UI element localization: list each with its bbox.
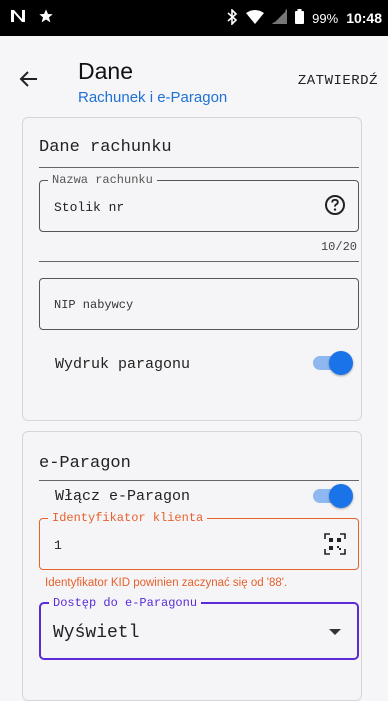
divider: [39, 261, 359, 262]
access-select-value: Wyświetl: [53, 623, 140, 643]
char-counter: 10/20: [320, 240, 357, 254]
enable-eparagon-label: Włącz e-Paragon: [55, 488, 191, 505]
nip-field[interactable]: NIP nabywcy: [39, 278, 359, 330]
section-title: Dane rachunku: [39, 138, 172, 157]
arrow-left-icon[interactable]: [14, 64, 44, 94]
battery-percentage: 99%: [312, 10, 339, 26]
wifi-icon: [246, 9, 265, 27]
app-bar: Dane Rachunek i e-Paragon ZATWIERDŹ: [0, 36, 388, 114]
print-receipt-label: Wydruk paragonu: [55, 356, 191, 373]
divider: [39, 167, 359, 168]
section-title: e-Paragon: [39, 454, 131, 473]
chevron-down-icon[interactable]: [329, 629, 341, 635]
client-id-value: 1: [54, 538, 62, 553]
help-circle-icon[interactable]: [324, 194, 346, 216]
bill-name-value: Stolik nr: [54, 200, 125, 215]
divider: [39, 480, 359, 481]
client-id-field[interactable]: Identyfikator klienta 1: [39, 511, 359, 570]
bill-name-label: Nazwa rachunku: [48, 173, 157, 187]
access-select[interactable]: Dostęp do e-Paragonu Wyświetl: [39, 596, 359, 660]
eparagon-card: e-Paragon Włącz e-Paragon Identyfikator …: [22, 431, 362, 701]
clock: 10:48: [346, 10, 382, 26]
bluetooth-icon: [226, 7, 238, 28]
status-bar: 99% 10:48: [0, 0, 388, 36]
confirm-button[interactable]: ZATWIERDŹ: [298, 73, 378, 89]
bill-name-field[interactable]: Nazwa rachunku Stolik nr: [39, 173, 359, 232]
signal-icon: [272, 9, 288, 27]
page-title: Dane: [78, 58, 133, 84]
nip-placeholder: NIP nabywcy: [54, 298, 134, 312]
battery-icon: [295, 9, 305, 27]
enable-eparagon-toggle[interactable]: [309, 484, 353, 508]
page-subtitle: Rachunek i e-Paragon: [78, 89, 228, 106]
n-notification-icon: [10, 9, 26, 28]
star-icon: [38, 8, 54, 29]
client-id-error: Identyfikator KID powinien zaczynać się …: [45, 577, 288, 589]
access-select-label: Dostęp do e-Paragonu: [49, 596, 202, 610]
print-receipt-toggle[interactable]: [309, 351, 353, 375]
bill-data-card: Dane rachunku Nazwa rachunku Stolik nr 1…: [22, 117, 362, 421]
client-id-label: Identyfikator klienta: [48, 511, 208, 525]
qr-scan-icon[interactable]: [324, 533, 346, 555]
